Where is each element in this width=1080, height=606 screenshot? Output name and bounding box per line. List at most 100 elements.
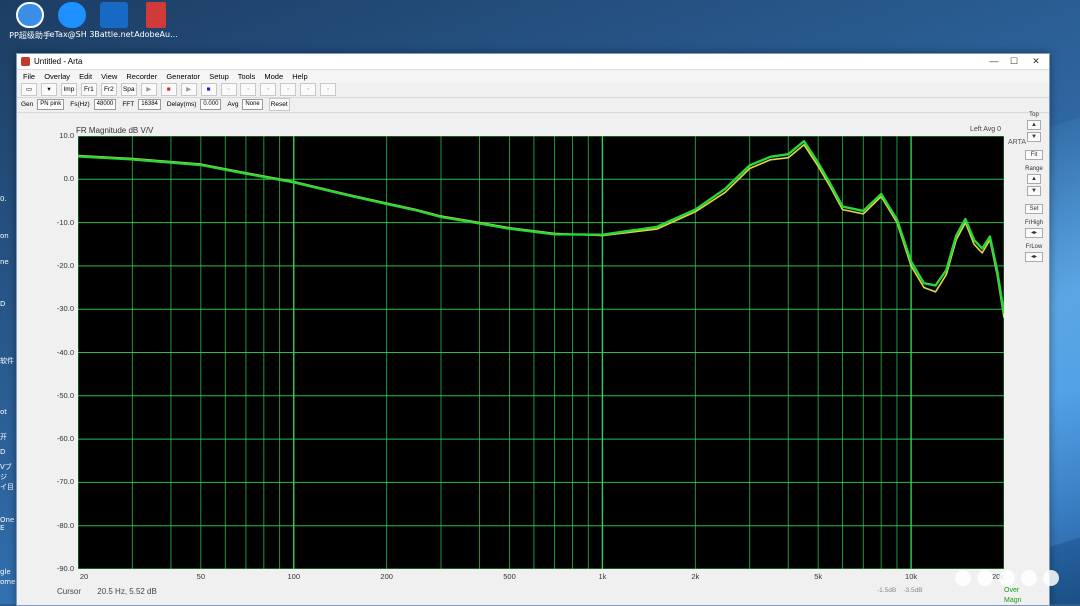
toolbar-main: ▭ ▾ Imp Fr1 Fr2 Spa ▶ ■ ▶ ■ ▫ ▫ ▫ ▫ ▫ ▫ [17,83,1049,98]
tool-icon[interactable]: ▫ [260,83,277,96]
play2-icon[interactable]: ▶ [180,83,197,96]
title-bar[interactable]: Untitled - Arta — ☐ ✕ [17,54,1049,70]
y-tick-label: -80.0 [56,520,74,530]
system-tray [955,570,1080,590]
tool-icon[interactable]: ▫ [300,83,317,96]
desktop-cutoff-label: E [0,524,5,532]
save-icon[interactable]: ▾ [40,83,57,96]
menu-overlay[interactable]: Overlay [44,72,70,81]
range-up-button[interactable]: ▲ [1027,174,1041,184]
tray-ime-icon[interactable] [1043,570,1059,586]
arta-app-icon [21,57,30,66]
tray-network-icon[interactable] [977,570,993,586]
fr1-button[interactable]: Fr1 [80,83,97,96]
status-right: -1.5dB -3.5dB [877,587,923,594]
stop-icon[interactable]: ■ [200,83,217,96]
y-tick-label: -70.0 [56,477,74,487]
battlenet-app-icon [100,2,128,28]
menu-view[interactable]: View [101,72,117,81]
open-file-icon[interactable]: ▭ [21,83,37,96]
series-line-magn [78,139,1004,314]
desktop-cutoff-label: D [0,448,6,456]
desktop-cutoff-label: ome [0,578,16,586]
top-label: Top [1029,112,1039,118]
delay-label: Delay(ms) [166,101,197,109]
fr2-button[interactable]: Fr2 [100,83,117,96]
pp-app-icon [16,2,44,28]
fr-chart-svg [78,136,1004,569]
menu-generator[interactable]: Generator [166,72,200,81]
desktop-cutoff-label: on [0,232,9,240]
minimize-button[interactable]: — [985,54,1003,69]
y-tick-label: -50.0 [56,390,74,400]
menu-edit[interactable]: Edit [79,72,92,81]
desktop-icon-label: AdobeAu... [134,30,178,39]
plot-channel-info: Left Avg 0 [970,126,1002,133]
desktop-cutoff-label: One [0,516,15,524]
menu-recorder[interactable]: Recorder [126,72,157,81]
menu-bar: File Overlay Edit View Recorder Generato… [17,70,1049,83]
top-down-button[interactable]: ▼ [1027,132,1041,142]
frlow-label: FrLow [1025,244,1043,250]
avg-select[interactable]: None [242,99,263,110]
maximize-button[interactable]: ☐ [1005,54,1023,69]
tool-icon[interactable]: ▫ [320,83,337,96]
plot-title: FR Magnitude dB V/V [76,126,154,135]
tray-chevron-icon[interactable] [955,570,971,586]
gen-select[interactable]: PN pink [37,99,65,110]
desktop-cutoff-label: 软件 [0,357,14,365]
fit-button[interactable]: Fit [1025,150,1043,160]
desktop-cutoff-label: gle [0,568,11,576]
gen-label: Gen [21,101,34,109]
tool-icon[interactable]: ▫ [280,83,297,96]
menu-tools[interactable]: Tools [238,72,256,81]
desktop-cutoff-label: イ目 [0,483,14,491]
x-tick-label: 1k [598,572,607,581]
y-tick-label: -20.0 [56,260,74,270]
fft-label: FFT [122,101,135,109]
arta-side-text: ARTA [1008,139,1027,146]
tray-volume-icon[interactable] [999,570,1015,586]
fft-select[interactable]: 16384 [138,99,161,110]
x-tick-label: 10k [905,572,918,581]
legend-magn: Magn [1004,597,1022,604]
x-tick-label: 500 [503,572,516,581]
status-bar: Cursor 20.5 Hz, 5.52 dB [57,587,157,596]
set-button[interactable]: Set [1025,204,1043,214]
frhigh-stepper[interactable]: ◂▸ [1025,228,1043,238]
imp-button[interactable]: Imp [60,83,77,96]
range-label: Range [1025,166,1043,172]
x-tick-label: 5k [814,572,823,581]
status-right-b: -3.5dB [903,587,923,594]
x-tick-label: 100 [287,572,300,581]
y-tick-label: 0.0 [63,174,74,184]
tool-icon[interactable]: ▫ [220,83,237,96]
tool-icon[interactable]: ▫ [240,83,257,96]
record-icon[interactable]: ■ [160,83,177,96]
avg-label: Avg [227,101,239,109]
status-right-a: -1.5dB [877,587,897,594]
reset-button[interactable]: Reset [268,98,290,111]
range-down-button[interactable]: ▼ [1027,186,1041,196]
desktop-cutoff-label: D [0,300,6,308]
top-up-button[interactable]: ▲ [1027,120,1041,130]
delay-input[interactable]: 0.000 [200,99,222,110]
desktop-cutoff-label: 开 [0,433,7,441]
frlow-stepper[interactable]: ◂▸ [1025,252,1043,262]
menu-file[interactable]: File [23,72,35,81]
menu-help[interactable]: Help [292,72,307,81]
menu-mode[interactable]: Mode [264,72,283,81]
plot-area: FR Magnitude dB V/V Left Avg 0 10.0 0.0 -1… [36,122,1026,604]
tray-battery-icon[interactable] [1021,570,1037,586]
fs-select[interactable]: 48000 [93,99,117,110]
spa-button[interactable]: Spa [120,83,137,96]
menu-setup[interactable]: Setup [209,72,229,81]
arta-window: Untitled - Arta — ☐ ✕ File Overlay Edit … [16,53,1050,606]
y-tick-label: -90.0 [56,564,74,573]
close-button[interactable]: ✕ [1027,54,1045,69]
desktop-icon-adobe[interactable]: AdobeAu... [126,2,186,39]
fs-label: Fs(Hz) [70,101,90,109]
cursor-label: Cursor [57,587,82,596]
window-title: Untitled - Arta [34,57,83,66]
play-icon[interactable]: ▶ [140,83,157,96]
